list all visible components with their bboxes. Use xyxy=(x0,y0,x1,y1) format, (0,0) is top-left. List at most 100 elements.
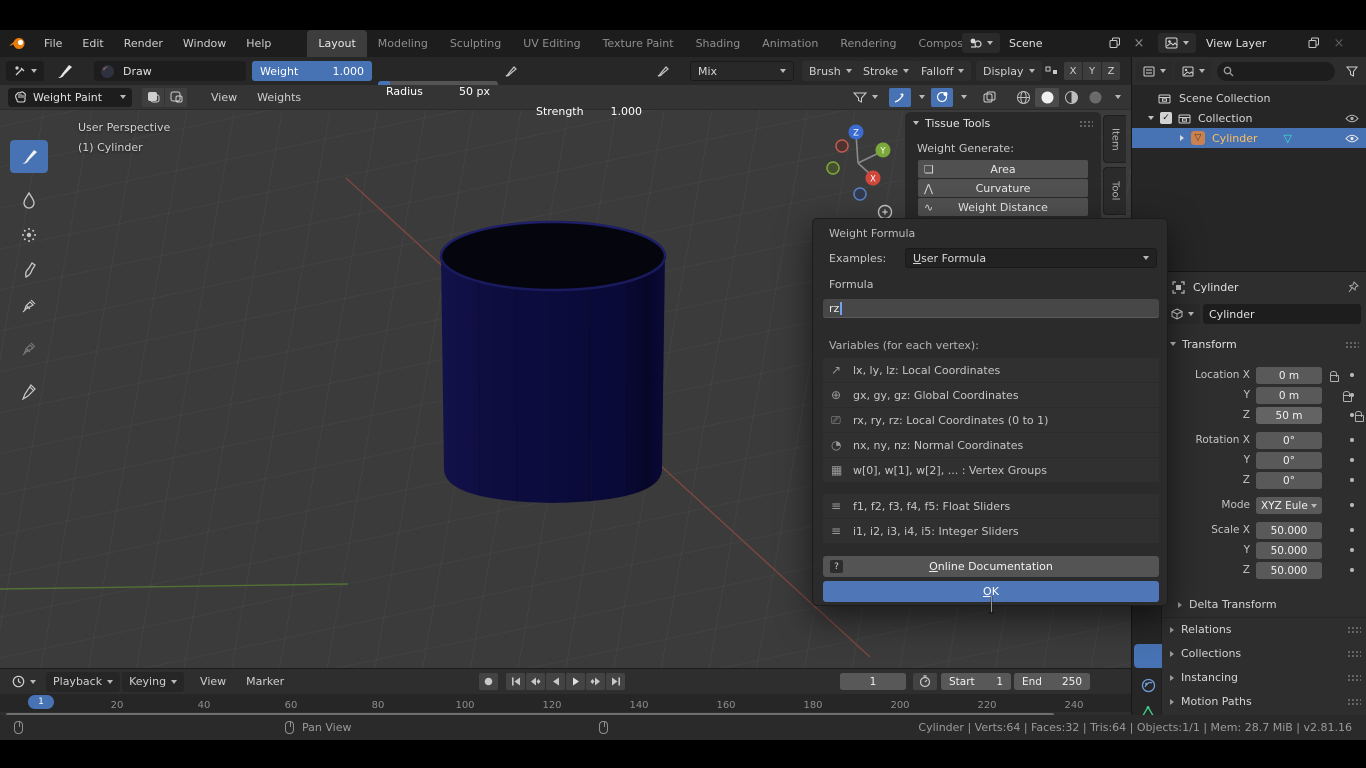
panel-grip-icon[interactable] xyxy=(1079,120,1093,127)
online-documentation-button[interactable]: ? Online Documentation xyxy=(823,556,1159,577)
sidebar-tab-tool[interactable]: Tool xyxy=(1103,167,1126,215)
animate-dot-icon[interactable] xyxy=(1350,393,1354,397)
snap-settings-dropdown[interactable] xyxy=(953,88,969,107)
menu-file[interactable]: File xyxy=(34,30,72,57)
animate-dot-icon[interactable] xyxy=(1350,528,1354,532)
scale-y-field[interactable]: 50.000 xyxy=(1256,542,1322,559)
variable-row-vertex-groups[interactable]: ▦w[0], w[1], w[2], ... : Vertex Groups xyxy=(823,458,1159,482)
snap-icon[interactable] xyxy=(931,88,953,107)
play-button[interactable] xyxy=(566,673,585,690)
new-scene-icon[interactable] xyxy=(1109,37,1121,49)
lock-icon[interactable] xyxy=(1355,415,1364,422)
strength-pressure-icon[interactable] xyxy=(652,61,674,81)
timeline-view-menu[interactable]: View xyxy=(190,669,236,694)
symmetry-icon[interactable] xyxy=(1042,61,1062,81)
playback-dropdown[interactable]: Playback xyxy=(46,672,120,692)
stroke-popover[interactable]: Stroke xyxy=(856,61,916,81)
unlink-scene-button[interactable]: × xyxy=(1130,33,1148,53)
animate-dot-icon[interactable] xyxy=(1350,458,1354,462)
view-layer-browse-button[interactable] xyxy=(1158,33,1196,53)
mode-dropdown[interactable]: Weight Paint xyxy=(8,88,132,107)
animate-dot-icon[interactable] xyxy=(1350,413,1354,417)
navigation-gizmo[interactable]: Z Y X xyxy=(815,110,905,220)
end-frame-field[interactable]: End250 xyxy=(1014,673,1090,690)
outliner-row-cylinder[interactable]: ▽ Cylinder ▽ xyxy=(1132,128,1366,148)
rotation-y-field[interactable]: 0° xyxy=(1256,452,1322,469)
mirror-z-toggle[interactable]: Z xyxy=(1102,62,1120,80)
expand-icon[interactable] xyxy=(1180,135,1184,141)
transform-panel-header[interactable]: Transform xyxy=(1162,334,1366,354)
jump-to-end-button[interactable] xyxy=(606,673,625,690)
curvature-button[interactable]: ⋀ Curvature xyxy=(918,179,1088,197)
instancing-section[interactable]: Instancing xyxy=(1170,671,1238,684)
variable-row-relative[interactable]: ⎚rx, ry, rz: Local Coordinates (0 to 1) xyxy=(823,408,1159,432)
prev-keyframe-button[interactable] xyxy=(526,673,545,690)
paint-mask-icon[interactable] xyxy=(142,88,164,107)
variable-row-global[interactable]: ⊕gx, gy, gz: Global Coordinates xyxy=(823,383,1159,407)
start-frame-field[interactable]: Start1 xyxy=(941,673,1011,690)
animate-dot-icon[interactable] xyxy=(1350,568,1354,572)
location-x-field[interactable]: 0 m xyxy=(1256,367,1322,384)
menu-edit[interactable]: Edit xyxy=(72,30,113,57)
panel-grip-icon[interactable] xyxy=(1345,341,1359,348)
menu-help[interactable]: Help xyxy=(236,30,281,57)
object-name-field[interactable]: Cylinder xyxy=(1203,304,1361,324)
shading-rendered-icon[interactable] xyxy=(1083,88,1107,107)
outliner-filter-dropdown[interactable] xyxy=(1136,61,1172,81)
rotation-z-field[interactable]: 0° xyxy=(1256,472,1322,489)
panel-collapse-icon[interactable] xyxy=(913,121,919,125)
new-view-layer-icon[interactable] xyxy=(1308,37,1320,49)
weights-menu[interactable]: Weights xyxy=(247,85,311,110)
keying-dropdown[interactable]: Keying xyxy=(122,672,184,692)
workspace-tab-modeling[interactable]: Modeling xyxy=(367,30,439,57)
panel-grip-icon[interactable] xyxy=(1347,650,1361,657)
motion-paths-section[interactable]: Motion Paths xyxy=(1170,695,1252,708)
eye-icon[interactable] xyxy=(1345,114,1359,123)
timeline-editor-type-button[interactable] xyxy=(6,672,42,692)
object-type-dropdown[interactable] xyxy=(1164,304,1200,324)
tool-smear-button[interactable] xyxy=(16,258,42,282)
outliner-search-input[interactable] xyxy=(1217,62,1335,81)
object-visibility-dropdown[interactable] xyxy=(847,88,883,107)
brush-popover[interactable]: Brush xyxy=(802,61,859,81)
falloff-popover[interactable]: Falloff xyxy=(914,61,971,81)
overlays-icon[interactable] xyxy=(977,88,1003,107)
animate-dot-icon[interactable] xyxy=(1350,503,1354,507)
variable-row-local[interactable]: ↗lx, ly, lz: Local Coordinates xyxy=(823,358,1159,382)
scale-z-field[interactable]: 50.000 xyxy=(1256,562,1322,579)
animate-dot-icon[interactable] xyxy=(1350,373,1354,377)
panel-grip-icon[interactable] xyxy=(1347,674,1361,681)
relations-section[interactable]: Relations xyxy=(1170,623,1232,636)
workspace-tab-shading[interactable]: Shading xyxy=(685,30,752,57)
menu-render[interactable]: Render xyxy=(114,30,173,57)
workspace-tab-rendering[interactable]: Rendering xyxy=(829,30,907,57)
scene-browse-button[interactable] xyxy=(962,33,1000,53)
blend-mode-dropdown[interactable]: Mix xyxy=(690,61,794,81)
breadcrumb-object-name[interactable]: Cylinder xyxy=(1193,281,1239,294)
jump-to-start-button[interactable] xyxy=(506,673,525,690)
formula-input[interactable]: rz xyxy=(823,299,1159,318)
use-preview-range-icon[interactable] xyxy=(913,673,937,690)
prev-frame-button[interactable] xyxy=(546,673,565,690)
location-z-field[interactable]: 50 m xyxy=(1256,407,1322,424)
next-keyframe-button[interactable] xyxy=(586,673,605,690)
tool-draw-button[interactable] xyxy=(10,140,48,173)
delta-transform-section[interactable]: Delta Transform xyxy=(1178,598,1277,611)
timeline-marker-menu[interactable]: Marker xyxy=(236,669,294,694)
collections-section[interactable]: Collections xyxy=(1170,647,1241,660)
shading-solid-icon[interactable] xyxy=(1035,88,1059,107)
workspace-tab-layout[interactable]: Layout xyxy=(307,30,366,57)
remove-view-layer-button[interactable]: × xyxy=(1330,33,1348,53)
variable-row-normal[interactable]: ◔nx, ny, nz: Normal Coordinates xyxy=(823,433,1159,457)
proportional-falloff-dropdown[interactable] xyxy=(911,88,927,107)
sidebar-tab-item[interactable]: Item xyxy=(1103,115,1126,163)
view-menu[interactable]: View xyxy=(201,85,247,110)
mirror-y-toggle[interactable]: Y xyxy=(1083,62,1101,80)
workspace-tab-texture-paint[interactable]: Texture Paint xyxy=(592,30,685,57)
location-y-field[interactable]: 0 m xyxy=(1256,387,1322,404)
menu-window[interactable]: Window xyxy=(173,30,236,57)
tool-average-button[interactable] xyxy=(16,223,42,247)
radius-pressure-icon[interactable] xyxy=(500,61,522,81)
pin-icon[interactable] xyxy=(1347,281,1359,294)
animate-dot-icon[interactable] xyxy=(1350,438,1354,442)
